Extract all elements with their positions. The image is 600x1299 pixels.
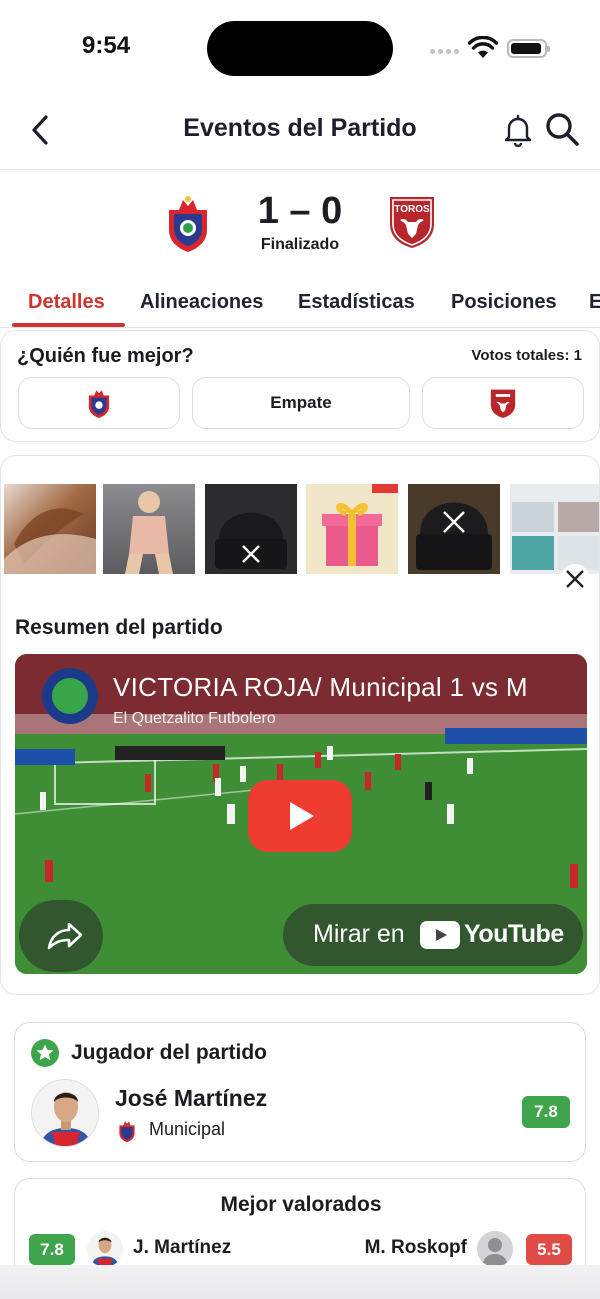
match-header: 1 – 0 Finalizado TOROS: [0, 170, 600, 280]
share-button[interactable]: [19, 900, 103, 972]
ad-image-beanie[interactable]: [205, 484, 297, 574]
status-time: 9:54: [82, 32, 131, 59]
watch-on-label: Mirar en: [313, 920, 405, 948]
player-avatar: [31, 1079, 99, 1147]
top-rated-right-rating: 5.5: [526, 1234, 572, 1265]
ad-image-gift[interactable]: [306, 484, 398, 574]
youtube-wordmark: YouTube: [464, 920, 564, 948]
vote-title: ¿Quién fue mejor?: [17, 345, 194, 367]
person-placeholder-icon: [477, 1231, 513, 1267]
youtube-logo-icon: [420, 921, 460, 949]
ad-image-bedding[interactable]: [510, 484, 599, 574]
battery-icon: [507, 39, 550, 58]
team-crest-icon: [119, 1121, 135, 1143]
match-score: 1 – 0: [257, 190, 343, 232]
vote-away-button[interactable]: [422, 377, 584, 429]
dynamic-island: [207, 21, 393, 76]
player-name: José Martínez: [115, 1085, 268, 1111]
top-rated-right-avatar[interactable]: [477, 1231, 513, 1267]
ad-image-xrp-beanie[interactable]: [408, 484, 500, 574]
ad-image-hair[interactable]: [4, 484, 96, 574]
top-rated-left-name[interactable]: J. Martínez: [133, 1237, 231, 1259]
tab-overflow[interactable]: E: [589, 291, 600, 314]
match-status: Finalizado: [260, 236, 340, 253]
ad-close-icon[interactable]: [560, 564, 590, 594]
cellular-signal-icon: [430, 44, 460, 54]
match-tabs: Detalles Alineaciones Estadísticas Posic…: [0, 280, 600, 328]
svg-text:TOROS: TOROS: [394, 204, 430, 215]
summary-card: Resumen del partido VICTORIA ROJA/ Munic…: [0, 455, 600, 995]
share-icon: [47, 922, 83, 950]
summary-section-title: Resumen del partido: [15, 616, 223, 639]
vote-home-button[interactable]: [18, 377, 180, 429]
star-badge-icon: [31, 1039, 59, 1067]
navigation-bar: Eventos del Partido: [0, 96, 600, 170]
status-bar: 9:54: [0, 0, 600, 96]
active-tab-indicator: [12, 323, 125, 327]
bell-icon[interactable]: [500, 112, 536, 148]
youtube-video-player[interactable]: VICTORIA ROJA/ Municipal 1 vs M El Quetz…: [15, 654, 587, 974]
vote-card: ¿Quién fue mejor? Votos totales: 1 Empat…: [0, 330, 600, 442]
player-rating-badge: 7.8: [522, 1096, 570, 1128]
bottom-safe-area: [0, 1265, 600, 1299]
wifi-icon: [468, 36, 498, 58]
play-icon[interactable]: [248, 780, 352, 852]
player-of-match-card[interactable]: Jugador del partido José Martínez Munici…: [14, 1022, 586, 1162]
video-title: VICTORIA ROJA/ Municipal 1 vs M: [113, 672, 528, 702]
vote-total: Votos totales: 1: [471, 347, 582, 364]
vote-draw-button[interactable]: Empate: [192, 377, 410, 429]
ad-banner[interactable]: [1, 484, 599, 594]
away-team-crest-icon: [490, 389, 516, 418]
top-rated-title: Mejor valorados: [220, 1193, 382, 1216]
ad-image-dress[interactable]: [103, 484, 195, 574]
top-rated-right-name[interactable]: M. Roskopf: [365, 1237, 467, 1259]
video-channel: El Quetzalito Futbolero: [113, 710, 276, 727]
top-rated-left-rating: 7.8: [29, 1234, 75, 1265]
away-team-crest-icon[interactable]: TOROS: [387, 194, 437, 250]
tab-alineaciones[interactable]: Alineaciones: [140, 291, 263, 314]
watch-on-youtube-button[interactable]: Mirar en YouTube: [283, 904, 583, 966]
tab-detalles[interactable]: Detalles: [28, 291, 105, 314]
home-team-crest-icon: [88, 390, 110, 418]
player-of-match-title: Jugador del partido: [71, 1041, 268, 1064]
top-rated-left-avatar[interactable]: [87, 1231, 123, 1267]
search-icon[interactable]: [543, 110, 581, 148]
tab-posiciones[interactable]: Posiciones: [451, 291, 557, 314]
player-team: Municipal: [149, 1119, 226, 1139]
tab-estadisticas[interactable]: Estadísticas: [298, 291, 415, 314]
